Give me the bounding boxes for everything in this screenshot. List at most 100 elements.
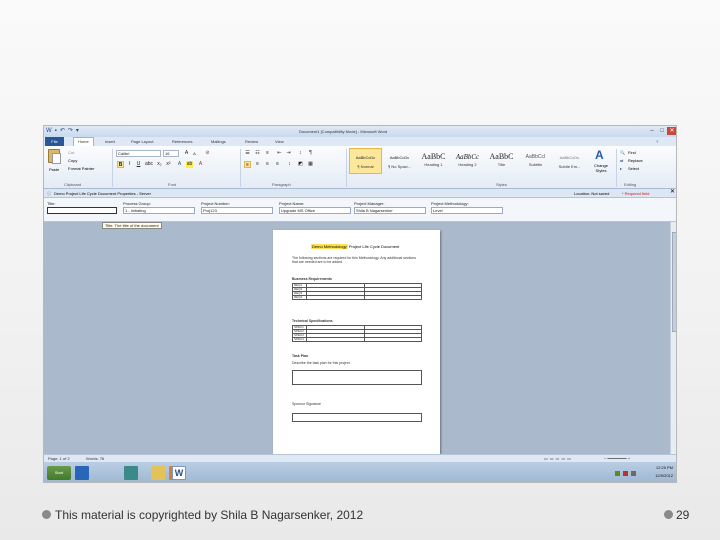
- paste-button-label[interactable]: Paste: [49, 167, 59, 172]
- tray-icon[interactable]: [631, 471, 636, 476]
- ribbon-separator: [112, 149, 113, 187]
- tab-home[interactable]: Home: [73, 137, 94, 146]
- word-app-icon[interactable]: W: [46, 128, 52, 135]
- bold-button[interactable]: B: [117, 161, 124, 168]
- find-button[interactable]: Find: [628, 150, 636, 155]
- title-label: Title:: [47, 201, 56, 206]
- line-spacing-icon[interactable]: ↕: [286, 161, 293, 168]
- properties-header-text[interactable]: Demo Project Life Cycle Document Propert…: [54, 191, 151, 196]
- style-title[interactable]: AaBbC Title: [485, 148, 518, 174]
- word-taskbar-icon[interactable]: W: [172, 466, 186, 480]
- style-subtle-emphasis[interactable]: AaBbCcDu Subtle Em...: [553, 148, 586, 174]
- vertical-scrollbar[interactable]: [670, 222, 676, 454]
- close-button[interactable]: ✕: [667, 127, 676, 135]
- shading-icon[interactable]: ◩: [297, 161, 304, 168]
- document-page[interactable]: Demo Methodology Project Life Cycle Docu…: [273, 230, 440, 454]
- font-size-dropdown[interactable]: 16: [163, 150, 179, 157]
- info-icon: ⓘ: [47, 191, 51, 196]
- increase-indent-icon[interactable]: ⇥: [285, 150, 292, 157]
- ribbon-tabs: File Home Insert Page Layout References …: [44, 137, 676, 146]
- project-name-input[interactable]: Upgrade MS Office: [279, 207, 351, 214]
- justify-icon[interactable]: ≡: [274, 161, 281, 168]
- style-heading-2[interactable]: AaBbCc Heading 2: [451, 148, 484, 174]
- project-name-label: Project Name:: [279, 201, 305, 206]
- grow-font-button[interactable]: A: [183, 150, 190, 157]
- tab-review[interactable]: Review: [245, 139, 258, 144]
- minimize-button[interactable]: –: [647, 127, 657, 135]
- change-styles-icon[interactable]: A: [595, 149, 607, 161]
- tab-page-layout[interactable]: Page Layout: [131, 139, 153, 144]
- cut-button[interactable]: Cut: [68, 150, 74, 155]
- tab-references[interactable]: References: [172, 139, 192, 144]
- styles-group-label: Styles: [496, 182, 507, 187]
- zoom-slider[interactable]: − ━━━━━━━━ +: [604, 456, 630, 461]
- title-input[interactable]: [47, 207, 117, 214]
- folder-icon[interactable]: [151, 466, 165, 480]
- process-group-dropdown[interactable]: 1 - Initiating: [123, 207, 195, 214]
- select-button[interactable]: Select: [628, 166, 639, 171]
- replace-button[interactable]: Replace: [628, 158, 643, 163]
- multilevel-list-icon[interactable]: ≡: [264, 150, 271, 157]
- align-left-icon[interactable]: ≡: [244, 161, 251, 168]
- project-methodology-dropdown[interactable]: Level: [431, 207, 503, 214]
- clear-formatting-icon[interactable]: ⊘: [204, 150, 211, 157]
- style-normal[interactable]: AaBbCcDc ¶ Normal: [349, 148, 382, 174]
- style-heading-1[interactable]: AaBbC Heading 1: [417, 148, 450, 174]
- save-icon[interactable]: ▪: [55, 128, 57, 135]
- numbering-icon[interactable]: ☷: [254, 150, 261, 157]
- style-sample: AaBbCcDc: [355, 155, 376, 160]
- system-clock[interactable]: 12:25 PM 12/9/2012: [655, 465, 673, 478]
- word-count[interactable]: Words: 76: [86, 456, 104, 461]
- project-number-input[interactable]: Proj123: [201, 207, 273, 214]
- highlight-color-icon[interactable]: ab: [186, 161, 193, 168]
- decrease-indent-icon[interactable]: ⇤: [276, 150, 283, 157]
- font-color-icon[interactable]: A: [197, 161, 204, 168]
- tab-file[interactable]: File: [45, 137, 64, 146]
- tray-icon[interactable]: [623, 471, 628, 476]
- font-name-dropdown[interactable]: Calibri: [116, 150, 161, 157]
- align-center-icon[interactable]: ≡: [254, 161, 261, 168]
- redo-icon[interactable]: ↷: [68, 128, 73, 135]
- maximize-button[interactable]: □: [657, 127, 667, 135]
- page-count[interactable]: Page: 1 of 2: [48, 456, 70, 461]
- format-painter-button[interactable]: Format Painter: [68, 166, 94, 171]
- windows-taskbar: Start W 12:25 PM 12/9/2012: [44, 462, 676, 482]
- subscript-icon[interactable]: x₂: [156, 161, 163, 168]
- help-icon[interactable]: ?: [656, 139, 658, 144]
- style-subtitle[interactable]: AaBbCcI Subtitle: [519, 148, 552, 174]
- business-requirements-table: REQ1 REQ2 REQ3 REQ4: [292, 283, 422, 300]
- find-icon: 🔍: [620, 150, 625, 155]
- process-group-label: Process Group:: [123, 201, 151, 206]
- quick-access-toolbar: W ▪ ↶ ↷ ▾: [46, 128, 79, 135]
- shrink-font-button[interactable]: A: [191, 150, 198, 157]
- change-styles-button[interactable]: Change Styles: [590, 163, 612, 173]
- sort-icon[interactable]: ↕: [297, 150, 304, 157]
- undo-icon[interactable]: ↶: [60, 128, 65, 135]
- scrollbar-thumb[interactable]: [672, 232, 676, 332]
- superscript-icon[interactable]: x²: [165, 161, 172, 168]
- underline-button[interactable]: U: [135, 161, 142, 168]
- project-manager-input[interactable]: Shila B Nagarsenker: [354, 207, 426, 214]
- text-effects-icon[interactable]: A: [176, 161, 183, 168]
- tab-view[interactable]: View: [275, 139, 284, 144]
- tab-insert[interactable]: Insert: [105, 139, 115, 144]
- tab-mailings[interactable]: Mailings: [211, 139, 226, 144]
- media-icon[interactable]: [124, 466, 138, 480]
- align-right-icon[interactable]: ≡: [264, 161, 271, 168]
- view-buttons[interactable]: ▭▭▭▭▭: [544, 456, 573, 461]
- internet-explorer-icon[interactable]: [75, 466, 89, 480]
- ribbon-separator: [346, 149, 347, 187]
- borders-icon[interactable]: ▦: [307, 161, 314, 168]
- copy-button[interactable]: Copy: [68, 158, 77, 163]
- strikethrough-icon[interactable]: abc: [145, 161, 153, 168]
- tray-icon[interactable]: [615, 471, 620, 476]
- paste-icon[interactable]: [48, 149, 61, 164]
- start-button[interactable]: Start: [47, 466, 71, 480]
- bullets-icon[interactable]: ☰: [244, 150, 251, 157]
- show-formatting-icon[interactable]: ¶: [307, 150, 314, 157]
- close-panel-icon[interactable]: ✕: [670, 189, 675, 195]
- customize-qat-icon[interactable]: ▾: [76, 128, 79, 135]
- italic-button[interactable]: I: [126, 161, 133, 168]
- style-no-spacing[interactable]: AaBbCcDc ¶ No Spaci...: [383, 148, 416, 174]
- task-plan-heading: Task Plan: [292, 354, 309, 358]
